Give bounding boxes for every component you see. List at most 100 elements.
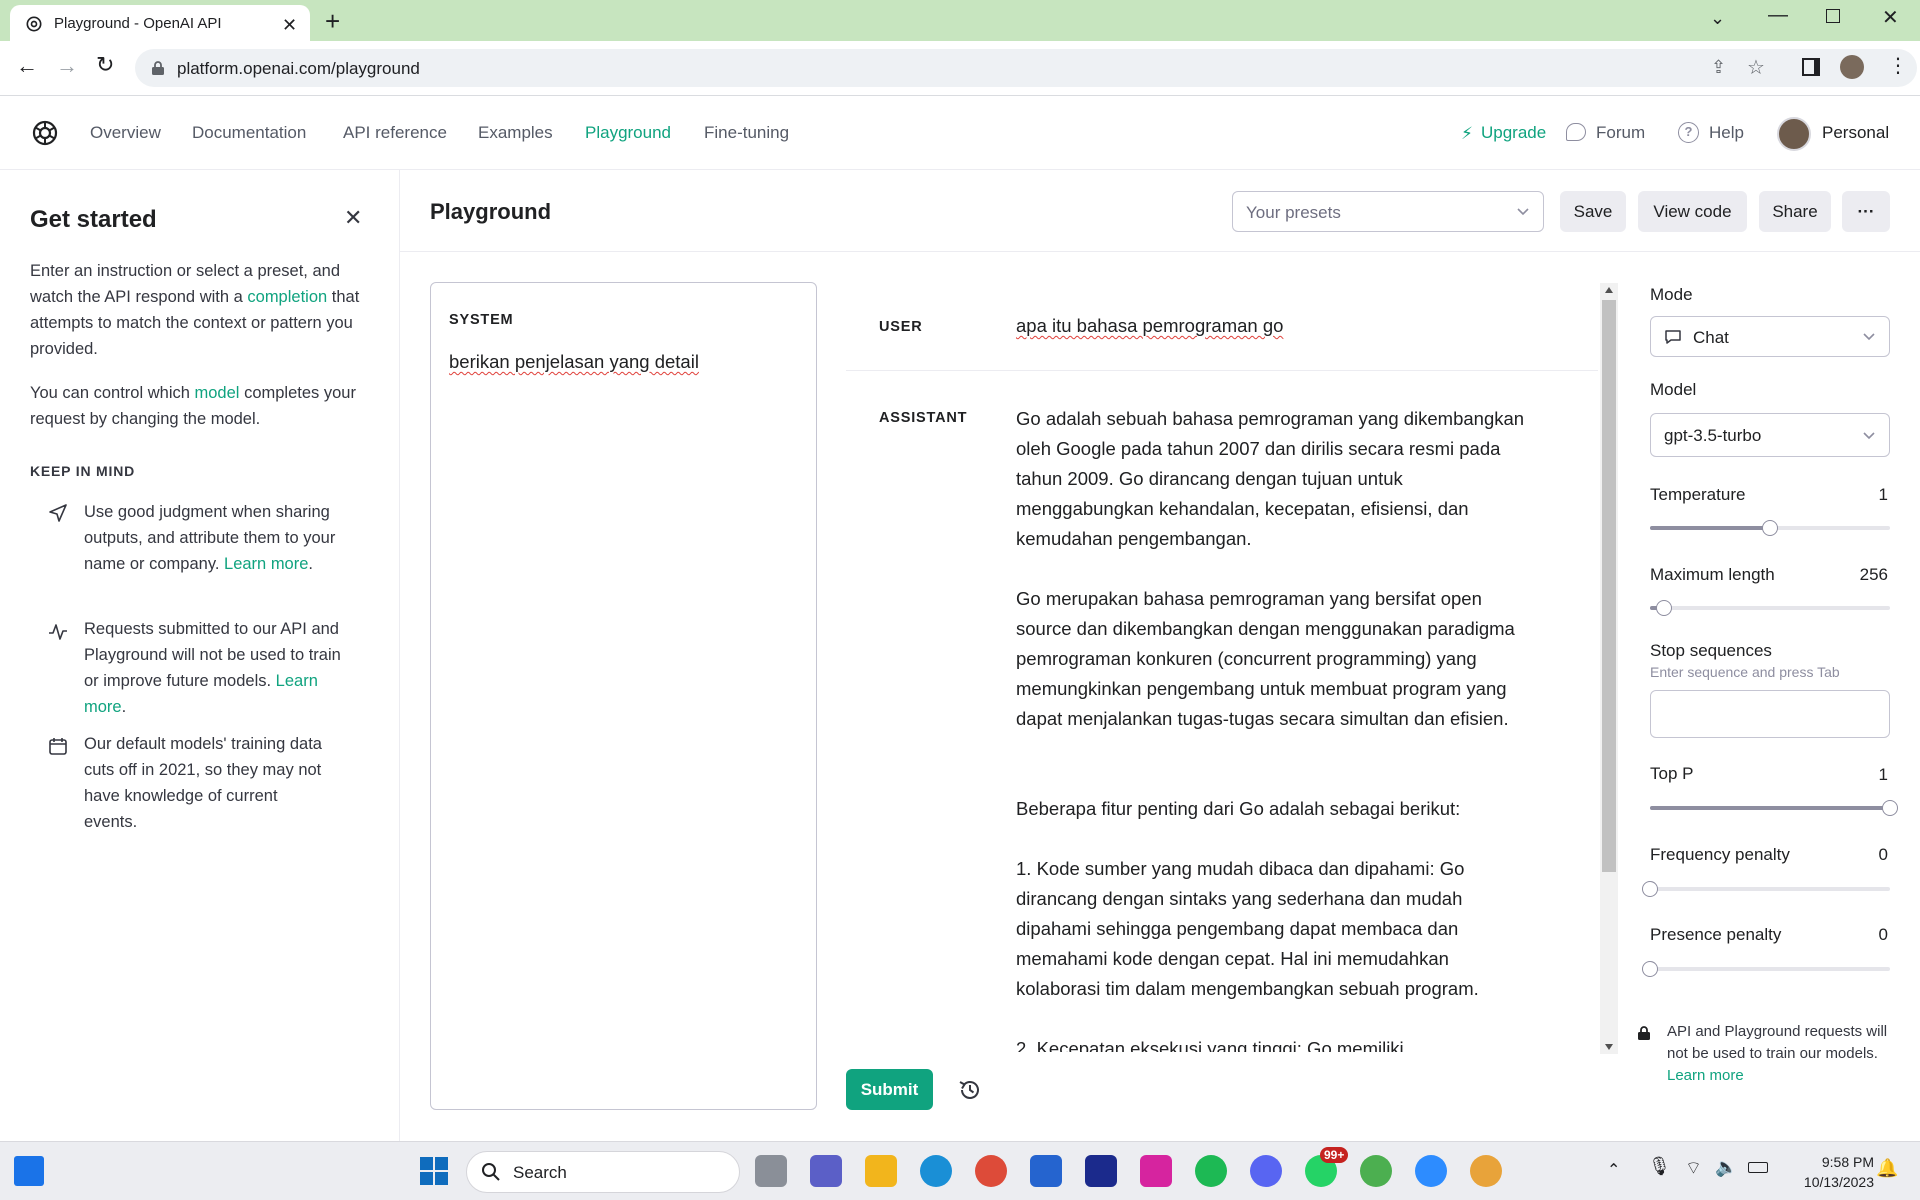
scroll-down-icon[interactable] bbox=[1605, 1044, 1613, 1050]
maximize-icon[interactable] bbox=[1826, 9, 1840, 23]
presence-penalty-slider[interactable] bbox=[1642, 961, 1890, 977]
user-role-label[interactable]: USER bbox=[879, 319, 923, 335]
zoom-icon[interactable] bbox=[1415, 1155, 1447, 1187]
max-length-slider-knob[interactable] bbox=[1656, 600, 1672, 616]
tray-overflow-icon[interactable]: ⌃ bbox=[1607, 1160, 1620, 1180]
taskbar-search[interactable]: Search bbox=[466, 1151, 740, 1193]
openai-logo-icon[interactable] bbox=[30, 118, 60, 148]
widgets-icon[interactable] bbox=[14, 1156, 44, 1186]
scroll-up-icon[interactable] bbox=[1605, 287, 1613, 293]
chat-scrollbar-thumb[interactable] bbox=[1602, 300, 1616, 872]
clock-time: 9:58 PM bbox=[1821, 1154, 1874, 1170]
max-length-value[interactable]: 256 bbox=[1860, 565, 1888, 585]
intro-paragraph: Enter an instruction or select a preset,… bbox=[30, 258, 380, 362]
chrome-icon[interactable] bbox=[975, 1155, 1007, 1187]
system-message-box[interactable]: SYSTEM berikan penjelasan yang detail bbox=[430, 282, 817, 1110]
forum-link[interactable]: Forum bbox=[1596, 123, 1645, 143]
reload-icon[interactable]: ↻ bbox=[96, 52, 114, 78]
chrome-profile-icon[interactable] bbox=[1360, 1155, 1392, 1187]
spotify-icon[interactable] bbox=[1195, 1155, 1227, 1187]
browser-menu-icon[interactable]: ⋮ bbox=[1888, 53, 1908, 78]
frequency-penalty-slider[interactable] bbox=[1642, 881, 1890, 897]
instagram-icon[interactable] bbox=[1140, 1155, 1172, 1187]
completion-link[interactable]: completion bbox=[247, 288, 327, 306]
teams-icon[interactable] bbox=[810, 1155, 842, 1187]
presence-penalty-value[interactable]: 0 bbox=[1879, 925, 1888, 945]
notification-bell-icon[interactable]: 🔔 bbox=[1876, 1158, 1898, 1179]
bookmark-star-icon[interactable]: ☆ bbox=[1747, 55, 1765, 80]
system-clock[interactable]: 9:58 PM 10/13/2023 bbox=[1804, 1152, 1874, 1192]
system-text[interactable]: berikan penjelasan yang detail bbox=[449, 351, 699, 373]
temperature-slider[interactable] bbox=[1650, 520, 1890, 536]
nav-documentation[interactable]: Documentation bbox=[192, 123, 306, 143]
nav-examples[interactable]: Examples bbox=[478, 123, 553, 143]
top-p-value[interactable]: 1 bbox=[1879, 765, 1888, 785]
history-icon[interactable] bbox=[957, 1077, 983, 1103]
edge-icon[interactable] bbox=[920, 1155, 952, 1187]
presets-select[interactable]: Your presets bbox=[1232, 191, 1544, 232]
temperature-slider-knob[interactable] bbox=[1762, 520, 1778, 536]
nav-overview[interactable]: Overview bbox=[90, 123, 161, 143]
forward-icon[interactable]: → bbox=[56, 53, 78, 79]
tip-judgment-learn-more[interactable]: Learn more bbox=[224, 555, 308, 573]
wifi-icon[interactable]: ⌔ bbox=[1685, 1157, 1702, 1180]
chat-bubble-icon bbox=[1664, 329, 1682, 345]
assistant-paragraph-1[interactable]: Go adalah sebuah bahasa pemrograman yang… bbox=[1016, 404, 1536, 554]
todo-icon[interactable] bbox=[1030, 1155, 1062, 1187]
volume-icon[interactable]: 🔈 bbox=[1715, 1157, 1737, 1178]
privacy-learn-more-link[interactable]: Learn more bbox=[1667, 1067, 1744, 1084]
nav-playground[interactable]: Playground bbox=[585, 123, 671, 143]
top-p-slider-knob[interactable] bbox=[1882, 800, 1898, 816]
model-link[interactable]: model bbox=[195, 384, 240, 402]
frequency-penalty-value[interactable]: 0 bbox=[1879, 845, 1888, 865]
share-page-icon[interactable]: ⇪ bbox=[1711, 57, 1726, 78]
sidepanel-icon[interactable] bbox=[1802, 58, 1820, 76]
task-view-icon[interactable] bbox=[755, 1155, 787, 1187]
assistant-paragraph-5[interactable]: 2. Kecepatan eksekusi yang tinggi: Go me… bbox=[1016, 1034, 1536, 1052]
submit-button[interactable]: Submit bbox=[846, 1069, 933, 1110]
top-p-slider[interactable] bbox=[1650, 800, 1898, 816]
help-link[interactable]: Help bbox=[1709, 123, 1744, 143]
upgrade-link[interactable]: Upgrade bbox=[1481, 123, 1546, 143]
address-bar[interactable]: platform.openai.com/playground ⇪ ☆ bbox=[135, 49, 1917, 87]
discord-icon[interactable] bbox=[1250, 1155, 1282, 1187]
account-avatar[interactable] bbox=[1777, 117, 1811, 151]
lock-icon[interactable] bbox=[151, 60, 165, 76]
user-message-text[interactable]: apa itu bahasa pemrograman go bbox=[1016, 315, 1283, 337]
max-length-slider[interactable] bbox=[1650, 600, 1890, 616]
tab-search-icon[interactable]: ⌄ bbox=[1710, 8, 1725, 29]
model-chevron-icon bbox=[1861, 427, 1877, 443]
presence-penalty-slider-knob[interactable] bbox=[1642, 961, 1658, 977]
model-text-1: You can control which bbox=[30, 384, 190, 402]
view-code-button[interactable]: View code bbox=[1638, 191, 1747, 232]
nav-fine-tuning[interactable]: Fine-tuning bbox=[704, 123, 789, 143]
browser-tab[interactable]: Playground - OpenAI API ✕ bbox=[10, 5, 310, 41]
back-icon[interactable]: ← bbox=[16, 53, 38, 79]
close-tab-icon[interactable]: ✕ bbox=[282, 15, 297, 36]
assistant-role-label[interactable]: ASSISTANT bbox=[879, 410, 967, 426]
start-icon[interactable] bbox=[419, 1156, 449, 1186]
assistant-paragraph-4[interactable]: 1. Kode sumber yang mudah dibaca dan dip… bbox=[1016, 854, 1536, 1004]
close-window-icon[interactable]: ✕ bbox=[1882, 5, 1899, 30]
profile-avatar[interactable] bbox=[1840, 55, 1864, 79]
temperature-value[interactable]: 1 bbox=[1879, 485, 1888, 505]
more-options-button[interactable]: ··· bbox=[1842, 191, 1890, 232]
file-explorer-icon[interactable] bbox=[865, 1155, 897, 1187]
assistant-paragraph-2[interactable]: Go merupakan bahasa pemrograman yang ber… bbox=[1016, 584, 1536, 734]
share-button[interactable]: Share bbox=[1759, 191, 1831, 232]
assistant-paragraph-3[interactable]: Beberapa fitur penting dari Go adalah se… bbox=[1016, 794, 1536, 824]
frequency-penalty-slider-knob[interactable] bbox=[1642, 881, 1658, 897]
nav-api-reference[interactable]: API reference bbox=[343, 123, 447, 143]
app-icon[interactable] bbox=[1085, 1155, 1117, 1187]
microphone-icon[interactable]: 🎙 bbox=[1648, 1156, 1671, 1177]
new-tab-icon[interactable]: + bbox=[325, 6, 340, 37]
model-select[interactable]: gpt-3.5-turbo bbox=[1650, 413, 1890, 457]
mode-select[interactable]: Chat bbox=[1650, 316, 1890, 357]
close-panel-icon[interactable]: ✕ bbox=[344, 205, 362, 231]
save-button[interactable]: Save bbox=[1560, 191, 1626, 232]
battery-icon[interactable] bbox=[1748, 1162, 1768, 1173]
minimize-icon[interactable]: — bbox=[1768, 4, 1788, 27]
account-name[interactable]: Personal bbox=[1822, 123, 1889, 143]
stop-sequences-input[interactable] bbox=[1650, 690, 1890, 738]
chrome-active-icon[interactable] bbox=[1470, 1155, 1502, 1187]
